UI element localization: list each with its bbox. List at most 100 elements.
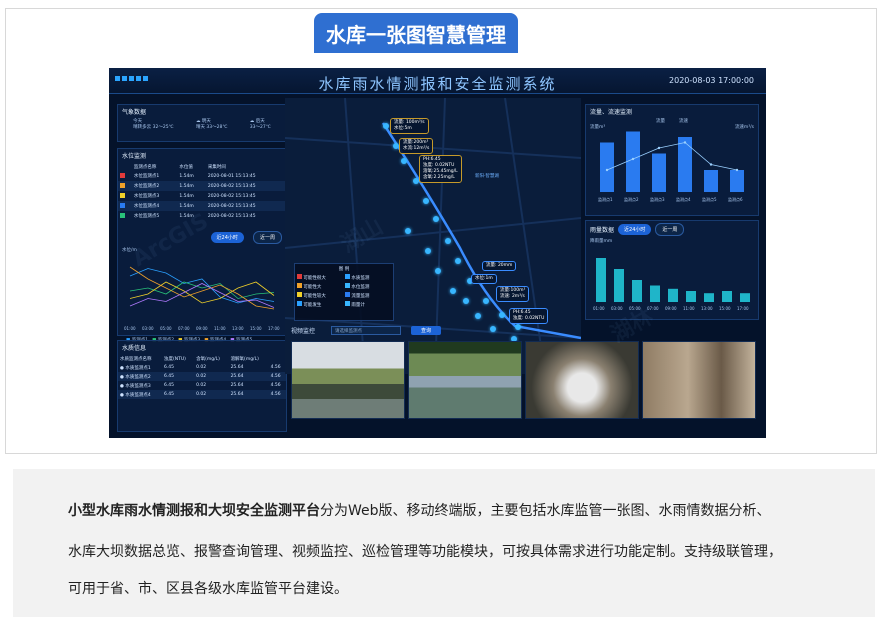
x-tick-label: 05:00	[160, 326, 172, 331]
cell: 6.45	[164, 374, 175, 379]
monitor-point-icon[interactable]	[445, 238, 451, 244]
cell: 0.02	[196, 365, 207, 370]
weather-temp: 32～25℃	[152, 125, 174, 130]
map-info-tag[interactable]: 流量: 100m³/s 水位:5m	[390, 118, 429, 134]
rain-btn-24h[interactable]: 近24小时	[618, 224, 652, 235]
monitor-point-icon[interactable]	[483, 298, 489, 304]
video-panel: 视频监控 请选择监测点 查询	[291, 323, 757, 435]
video-feed-2[interactable]	[408, 341, 522, 419]
table-row[interactable]: ● 水质监测点4 6.45 0.02 25.64 4.56	[118, 390, 286, 399]
map-info-tag[interactable]: 流量:100m³ 流速: 2m³/s	[496, 286, 530, 302]
table-row[interactable]: 水位监测点4 1.54m 2020-08-02 15:13:45	[118, 201, 286, 211]
rain-btn-week[interactable]: 近一周	[655, 223, 685, 236]
table-row[interactable]: ● 水质监测点2 6.45 0.02 25.64 4.56	[118, 372, 286, 381]
monitor-point-icon[interactable]	[475, 313, 481, 319]
col-header: 溶解氧(mg/L)	[230, 356, 259, 362]
cell: 2020-08-01 15:13:45	[207, 173, 256, 179]
quality-table: 水质监测点名称 浊度(NTU) 含氧(mg/L) 溶解氧(mg/L) ● 水质监测点1…	[118, 354, 286, 399]
monitor-point-icon[interactable]	[463, 298, 469, 304]
video-feed-4[interactable]	[642, 341, 756, 419]
monitor-point-icon[interactable]	[435, 268, 441, 274]
table-row[interactable]: 水位监测点5 1.54m 2020-08-02 15:13:45	[118, 211, 286, 221]
status-swatch	[118, 181, 132, 191]
x-tick-label: 监测点3	[650, 196, 665, 202]
monitor-point-icon[interactable]	[425, 248, 431, 254]
map-info-tag[interactable]: 流量:200m³ 水流:12m³/s	[399, 138, 434, 154]
table-row[interactable]: 水位监测点1 1.54m 2020-08-01 15:13:45	[118, 171, 286, 181]
level-line-chart: 01:00 03:00 05:00 07:00 09:00 11:00 13:00 15:00…	[124, 266, 280, 331]
flow-bar	[704, 170, 718, 192]
x-tick-label: 监测点4	[676, 196, 691, 202]
cell: 25.64	[230, 383, 244, 388]
monitor-point-icon[interactable]	[433, 216, 439, 222]
video-feed-1[interactable]	[291, 341, 405, 419]
level-series-line	[129, 268, 275, 304]
weather-temp: 33～28℃	[206, 125, 228, 130]
video-feed-3[interactable]	[525, 341, 639, 419]
monitor-point-icon[interactable]	[499, 312, 505, 318]
btn-24h[interactable]: 近24小时	[210, 232, 244, 243]
x-tick-label: 05:00	[629, 306, 641, 311]
speed-point	[709, 163, 713, 166]
video-query-button[interactable]: 查询	[411, 325, 442, 335]
cell: ● 水质监测点3	[120, 383, 151, 389]
legend-item: 可能性较大	[297, 292, 343, 299]
map-info-tag[interactable]: PH:6.45 浊度: 0.02NTU	[509, 308, 549, 324]
cell: 25.64	[230, 365, 244, 370]
weather-day: ☁ 后天 33～27℃	[250, 118, 271, 130]
water-level-table: 监测点名称 水位值 采集时间 水位监测点1 1.54m 2020-08-01 15:13…	[118, 162, 286, 221]
monitor-point-icon[interactable]	[383, 123, 389, 129]
weather-title: 气象数据	[122, 109, 147, 116]
weather-days: 今天 晴转多云 32～25℃ ☁ 明天 晴天 33～28℃ ☁ 后天 33～27℃	[118, 118, 286, 130]
x-tick-label: 17:00	[268, 326, 280, 331]
map-info-tag[interactable]: 流量: 20mm	[482, 261, 517, 271]
quality-title: 水质信息	[122, 345, 147, 352]
speed-point	[605, 168, 609, 172]
cell: 6.45	[164, 365, 175, 370]
x-tick-label: 15:00	[250, 326, 262, 331]
cell: 水位监测点5	[133, 214, 160, 219]
table-row[interactable]: ● 水质监测点3 6.45 0.02 25.64 4.56	[118, 381, 286, 390]
monitor-point-icon[interactable]	[401, 158, 407, 164]
col-header: 水质监测点名称	[120, 356, 152, 362]
x-tick-label: 03:00	[142, 326, 154, 331]
weather-day: ☁ 明天 晴天 33～28℃	[196, 118, 227, 130]
flow-chart: 监测点1 监测点2 监测点3 监测点4 监测点5 监测点6	[598, 131, 744, 202]
col-header: 监测点名称	[133, 164, 157, 170]
x-tick-label: 监测点6	[728, 196, 743, 202]
monitor-point-icon[interactable]	[423, 198, 429, 204]
x-tick-label: 03:00	[611, 306, 623, 311]
cell: 0.02	[196, 374, 207, 379]
cell: 水位监测点1	[133, 174, 160, 179]
x-tick-label: 17:00	[737, 306, 749, 311]
cell: 4.56	[270, 392, 281, 397]
flow-legend-item: 流量	[656, 119, 665, 124]
description-line-2: 水库大坝数据总览、报警查询管理、视频监控、巡检管理等功能模块，可按具体需求进行功…	[68, 544, 782, 560]
btn-week[interactable]: 近一周	[252, 231, 282, 244]
rain-bar	[740, 293, 750, 302]
cell: 25.64	[230, 392, 244, 397]
col-header: 含氧(mg/L)	[196, 356, 220, 362]
dashboard-topbar: 水库雨水情测报和安全监测系统 2020-08-03 17:00:00	[109, 68, 766, 94]
table-row[interactable]: 水位监测点2 1.54m 2020-08-02 15:13:45	[118, 181, 286, 191]
cell: 2020-08-02 15:13:45	[207, 203, 256, 209]
table-row[interactable]: 水位监测点3 1.54m 2020-08-02 15:13:45	[118, 191, 286, 201]
cell: 1.54m	[179, 203, 194, 209]
table-header: 水质监测点名称 浊度(NTU) 含氧(mg/L) 溶解氧(mg/L)	[118, 354, 286, 363]
video-select[interactable]: 请选择监测点	[331, 325, 402, 335]
monitor-point-icon[interactable]	[405, 228, 411, 234]
map-info-tag[interactable]: PH:6.45 浊度: 0.02NTU 溶氧:25.45mg/L 含氧:2.25mg/…	[419, 155, 462, 183]
weather-day-label: 明天	[201, 119, 211, 124]
weather-cond: 晴天	[195, 125, 205, 130]
map-info-tag[interactable]: 水位:1m	[471, 274, 497, 284]
table-row[interactable]: ● 水质监测点1 6.45 0.02 25.64 4.56	[118, 363, 286, 372]
legend-item: 流量监测	[345, 292, 391, 299]
speed-point	[631, 157, 635, 161]
monitor-point-icon[interactable]	[455, 258, 461, 264]
monitor-point-icon[interactable]	[450, 288, 456, 294]
x-tick-label: 监测点1	[598, 196, 613, 202]
description-line-3: 可用于省、市、区县各级水库监管平台建设。	[68, 581, 348, 597]
cell: 4.56	[270, 365, 281, 370]
x-tick-label: 09:00	[196, 326, 208, 331]
legend-item: 可能发生	[297, 301, 343, 308]
